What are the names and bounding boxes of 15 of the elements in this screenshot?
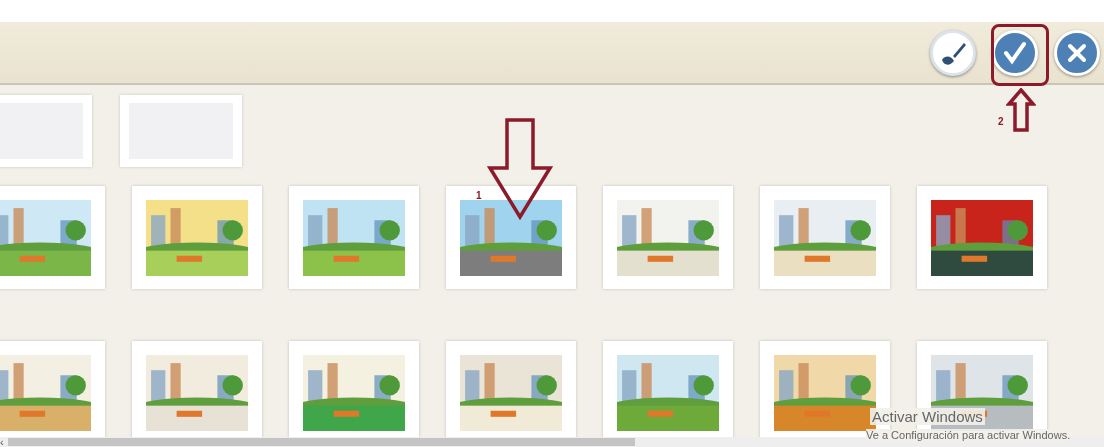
up-arrow	[1006, 88, 1036, 132]
close-icon	[1066, 41, 1088, 64]
paint-brush-button[interactable]	[930, 29, 976, 76]
annotation-number: 2	[998, 116, 1004, 127]
scene-card[interactable]	[446, 186, 576, 289]
activation-notice-title: Activar Windows	[870, 408, 985, 425]
activation-notice-text: Ve a Configuración para activar Windows.	[866, 429, 1071, 441]
annotation-number: 1	[476, 190, 482, 201]
close-button[interactable]	[1054, 29, 1100, 76]
scroll-left-arrow[interactable]: ‹	[0, 437, 8, 447]
scrollbar-thumb[interactable]	[8, 438, 635, 446]
highlight-frame	[991, 24, 1049, 86]
confirm-button[interactable]	[992, 29, 1038, 76]
check-icon	[1002, 39, 1028, 66]
scene-card[interactable]	[917, 186, 1047, 289]
